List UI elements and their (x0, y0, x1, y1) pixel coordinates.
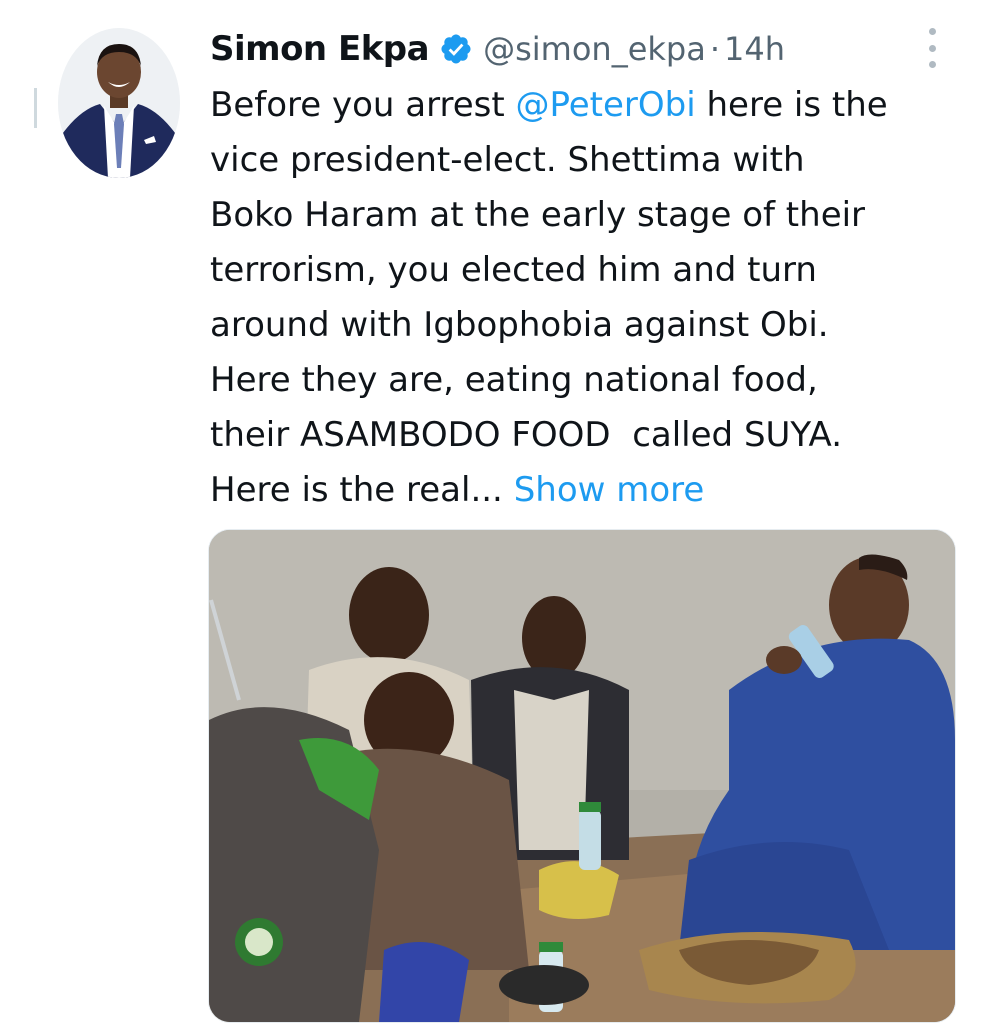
tweet-text-line: Here they are, eating national food, (210, 360, 818, 400)
tweet-text-line: Here is the real... Show more (210, 463, 970, 518)
author-name[interactable]: Simon Ekpa (210, 29, 430, 69)
tweet-text-line: Boko Haram at the early stage of their (210, 195, 866, 235)
tweet-text-line: terrorism, you elected him and turn (210, 250, 817, 290)
tweet-text-fragment: Before you arrest (210, 85, 516, 125)
tweet-text-fragment: Here is the real... (210, 470, 514, 510)
more-options-icon[interactable] (918, 28, 946, 68)
tweet-text: Before you arrest @PeterObi here is the … (210, 78, 970, 518)
tweet-text-fragment: here is the (695, 85, 888, 125)
more-dot (928, 28, 936, 35)
mention-link[interactable]: @PeterObi (515, 85, 695, 125)
tweet-text-line: Before you arrest @PeterObi here is the (210, 78, 970, 133)
tweet-header: Simon Ekpa @simon_ekpa · 14h (210, 24, 785, 74)
thread-line (34, 88, 37, 128)
more-dot (928, 44, 936, 52)
tweet-text-line: around with Igbophobia against Obi. (210, 305, 829, 345)
separator-dot: · (709, 30, 720, 68)
tweet-text-line: their ASAMBODO FOOD called SUYA. (210, 415, 843, 455)
author-handle[interactable]: @simon_ekpa (483, 30, 706, 68)
verified-badge-icon (439, 32, 473, 66)
avatar-image (58, 28, 180, 178)
tweet-text-line: vice president-elect. Shettima with (210, 140, 805, 180)
more-dot (928, 61, 936, 68)
show-more-link[interactable]: Show more (514, 470, 705, 510)
avatar[interactable] (58, 28, 180, 178)
tweet-timestamp[interactable]: 14h (724, 30, 785, 68)
tweet-photo[interactable] (208, 529, 956, 1023)
photo-image (209, 530, 955, 1022)
tweet[interactable]: Simon Ekpa @simon_ekpa · 14h Before you … (0, 0, 987, 1024)
